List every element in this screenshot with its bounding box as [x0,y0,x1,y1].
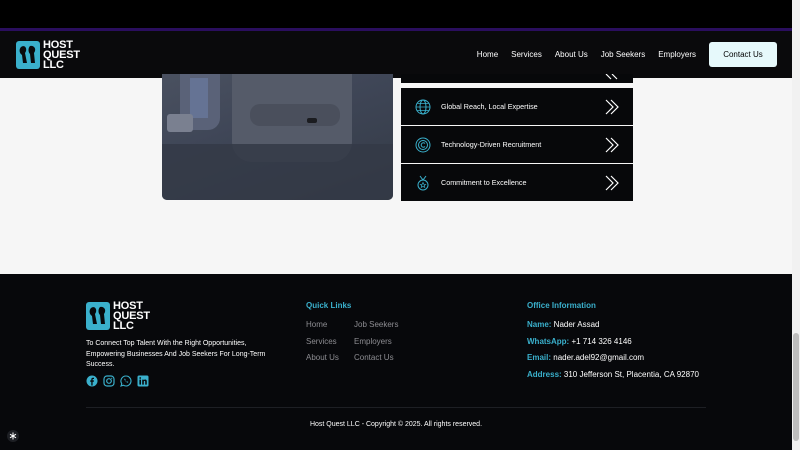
footer-divider [86,407,706,408]
linkedin-icon[interactable] [137,375,149,387]
nav-home[interactable]: Home [477,50,498,59]
contact-us-button[interactable]: Contact Us [709,42,777,67]
logo-text: HOST QUEST LLC [113,301,150,332]
feature-label: Commitment to Excellence [441,178,527,187]
globe-icon [415,99,431,114]
nav-services[interactable]: Services [511,50,542,59]
office-address: Address: 310 Jefferson St, Placentia, CA… [527,370,699,379]
nav-about-us[interactable]: About Us [555,50,588,59]
logo-text: HOST QUEST LLC [43,40,80,71]
footer-logo[interactable]: HOST QUEST LLC [86,301,150,332]
office-whatsapp-key: WhatsApp: [527,337,570,346]
asterisk-icon [9,432,17,440]
instagram-icon[interactable] [103,375,115,387]
feature-row-global-reach[interactable]: Global Reach, Local Expertise [401,88,633,125]
main-nav: Home Services About Us Job Seekers Emplo… [477,31,696,78]
office-whatsapp[interactable]: WhatsApp: +1 714 326 4146 [527,337,632,346]
medal-icon [417,175,429,190]
footer-link-about-us[interactable]: About Us [306,353,339,362]
quick-links-title: Quick Links [306,301,352,310]
site-footer: HOST QUEST LLC To Connect Top Talent Wit… [0,274,792,450]
scrollbar-thumb[interactable] [793,333,799,441]
chevron-right-icon [605,137,619,152]
logo-line-3: LLC [43,59,64,71]
footer-link-services[interactable]: Services [306,337,337,346]
feature-label: Global Reach, Local Expertise [441,102,538,111]
footer-link-job-seekers[interactable]: Job Seekers [354,320,398,329]
logo-line-3: LLC [113,320,134,332]
accessibility-button[interactable] [7,430,19,442]
footer-link-home[interactable]: Home [306,320,327,329]
logo-mark-icon [16,41,40,69]
feature-row-partial[interactable] [401,74,633,83]
office-info-title: Office Information [527,301,596,310]
navbar: HOST QUEST LLC Home Services About Us Jo… [0,31,792,78]
office-whatsapp-value: +1 714 326 4146 [569,337,632,346]
feature-row-technology[interactable]: Technology-Driven Recruitment [401,126,633,163]
logo-mark-icon [86,302,110,330]
facebook-icon[interactable] [86,375,98,387]
chevron-right-icon [605,175,619,190]
chevron-right-icon [605,99,619,114]
chevron-right-icon [605,74,618,80]
chip-icon [415,137,431,152]
nav-employers[interactable]: Employers [658,50,696,59]
office-email-value: nader.adel92@gmail.com [551,353,645,362]
team-photo [162,74,393,200]
office-address-key: Address: [527,370,562,379]
office-address-value: 310 Jefferson St, Placentia, CA 92870 [561,370,699,379]
feature-row-excellence[interactable]: Commitment to Excellence [401,164,633,201]
page-scrollbar[interactable] [792,0,800,450]
footer-link-employers[interactable]: Employers [354,337,392,346]
office-email-key: Email: [527,353,552,362]
social-links [86,375,149,387]
why-choose-section: Global Reach, Local Expertise Technology… [0,74,792,274]
office-email[interactable]: Email: nader.adel92@gmail.com [527,353,644,362]
copyright-text: Host Quest LLC - Copyright © 2025. All r… [309,421,483,428]
office-name: Name: Nader Assad [527,320,599,329]
whatsapp-icon[interactable] [120,375,132,387]
top-strip [0,0,792,31]
footer-link-contact-us[interactable]: Contact Us [354,353,394,362]
feature-label: Technology-Driven Recruitment [441,140,542,149]
nav-job-seekers[interactable]: Job Seekers [601,50,645,59]
site-logo[interactable]: HOST QUEST LLC [16,40,80,71]
office-name-value: Nader Assad [551,320,600,329]
office-name-key: Name: [527,320,552,329]
footer-tagline: To Connect Top Talent With the Right Opp… [86,340,266,368]
